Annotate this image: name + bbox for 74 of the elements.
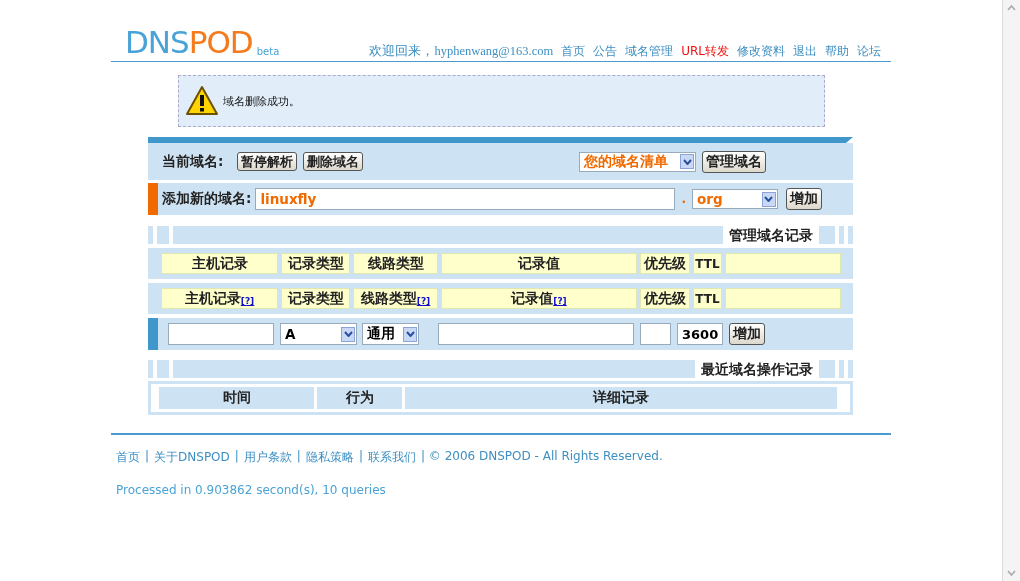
header-strip xyxy=(157,226,169,244)
line-type-select[interactable]: 通用 xyxy=(362,323,419,345)
column-header: 优先级 xyxy=(640,288,690,309)
column-header: 记录值 xyxy=(441,253,637,274)
column-header: 记录类型 xyxy=(281,253,350,274)
scrollbar[interactable] xyxy=(1002,0,1020,581)
header-strip xyxy=(157,360,169,378)
nav-link[interactable]: 退出 xyxy=(793,43,817,60)
accent-bar xyxy=(148,318,158,350)
section-title: 管理域名记录 xyxy=(728,226,814,244)
separator: | xyxy=(145,449,150,465)
help-link[interactable]: [?] xyxy=(553,296,567,306)
separator: | xyxy=(234,449,239,465)
column-header: 记录类型 xyxy=(281,288,350,309)
column-header: 优先级 xyxy=(640,253,690,274)
section-title: 最近域名操作记录 xyxy=(700,360,814,378)
warning-icon xyxy=(185,85,219,117)
nav-link[interactable]: 域名管理 xyxy=(625,43,674,60)
add-domain-button[interactable]: 增加 xyxy=(785,188,822,210)
column-header: 时间 xyxy=(159,387,314,409)
domain-input[interactable]: linuxfly xyxy=(255,188,676,210)
tld-select[interactable]: org xyxy=(691,189,778,209)
header-strip xyxy=(148,226,153,244)
header-strip xyxy=(839,360,844,378)
greeting: 欢迎回来，hyphenwang@163.com xyxy=(369,43,554,60)
record-type-select[interactable]: A xyxy=(280,323,357,345)
footer-link[interactable]: 隐私策略 xyxy=(305,449,354,466)
footer-link[interactable]: 关于DNSPOD xyxy=(154,449,230,466)
separator: | xyxy=(358,449,363,465)
column-header: 主机记录 xyxy=(161,253,278,274)
column-header: 行为 xyxy=(317,387,402,409)
nav-link[interactable]: URL转发 xyxy=(681,43,729,60)
beta-tag: beta xyxy=(256,46,280,57)
nav-link[interactable]: 帮助 xyxy=(825,43,849,60)
column-header: TTL xyxy=(693,288,722,309)
ttl-input[interactable]: 3600 xyxy=(677,323,723,345)
domain-action-button[interactable]: 删除域名 xyxy=(303,152,364,171)
column-header: 主机记录[?] xyxy=(161,288,278,309)
current-domain-label: 当前域名: xyxy=(162,152,224,171)
column-header: TTL xyxy=(693,253,722,274)
footer-link[interactable]: 首页 xyxy=(116,449,140,466)
manage-domain-button[interactable]: 管理域名 xyxy=(702,150,766,173)
nav-link[interactable]: 论坛 xyxy=(857,43,881,60)
priority-input[interactable] xyxy=(640,323,671,345)
column-header: 线路类型 xyxy=(353,253,438,274)
domain-action-button[interactable]: 暂停解析 xyxy=(237,152,298,171)
header-strip xyxy=(819,226,835,244)
header-strip xyxy=(839,226,844,244)
stats-text: Processed in 0.903862 second(s), 10 queries xyxy=(116,483,387,497)
notice-message: 域名删除成功。 xyxy=(223,93,300,109)
header-strip xyxy=(848,226,853,244)
header-strip xyxy=(819,360,835,378)
nav-link[interactable]: 首页 xyxy=(561,43,586,60)
accent-bar xyxy=(148,183,158,215)
dot-separator: . xyxy=(681,192,686,206)
header-strip xyxy=(848,360,853,378)
host-input[interactable] xyxy=(168,323,274,345)
header-strip xyxy=(148,360,153,378)
footer-link[interactable]: 联系我们 xyxy=(367,449,416,466)
logo[interactable]: DNSPOD xyxy=(125,25,253,59)
help-link[interactable]: [?] xyxy=(240,296,255,306)
column-header: 详细记录 xyxy=(405,387,837,409)
footer-link[interactable]: 用户条款 xyxy=(243,449,292,466)
nav-link[interactable]: 修改资料 xyxy=(737,43,785,60)
add-domain-label: 添加新的域名: xyxy=(162,190,252,208)
help-link[interactable]: [?] xyxy=(416,296,431,306)
column-header: 线路类型[?] xyxy=(353,288,438,309)
nav-link[interactable]: 公告 xyxy=(593,43,618,60)
column-header: 记录值[?] xyxy=(441,288,637,309)
copyright: | © 2006 DNSPOD - All Rights Reserved. xyxy=(420,449,663,465)
separator: | xyxy=(296,449,301,465)
domain-list-select[interactable]: 您的域名清单 xyxy=(579,151,696,172)
value-input[interactable] xyxy=(438,323,634,345)
add-record-button[interactable]: 增加 xyxy=(729,323,765,345)
